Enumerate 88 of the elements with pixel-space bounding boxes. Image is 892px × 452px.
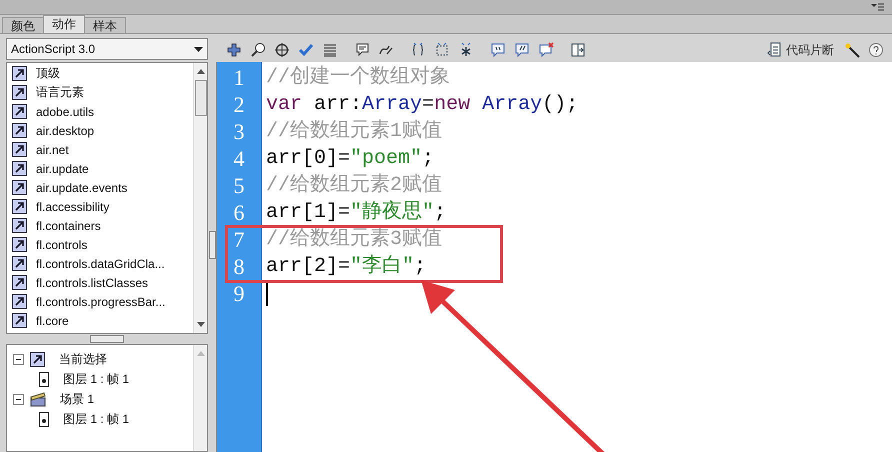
library-item[interactable]: 顶级 [36,65,60,82]
checkmark-icon [298,42,314,58]
code-line: //给数组元素2赋值 [266,172,442,199]
arrow-icon [12,237,27,252]
splitter-handle[interactable] [90,335,124,343]
tree-item[interactable]: 场景 1 [60,390,94,408]
code-snippets-button[interactable]: 代码片断 [762,42,838,58]
code-line: arr[1]="静夜思"; [266,199,446,226]
arrow-icon [12,180,27,195]
code-line: arr[2]="李白"; [266,254,426,280]
arrow-icon [12,142,27,157]
library-item[interactable]: air.net [36,142,69,156]
expander[interactable] [13,354,24,364]
library-item[interactable]: 语言元素 [36,84,84,101]
arrow-icon [12,161,27,176]
line-number: 6 [232,199,246,226]
library-item[interactable]: fl.accessibility [36,200,110,214]
line-number: 5 [232,172,246,199]
line-number: 9 [232,280,246,307]
library-item[interactable]: air.update.events [36,180,128,194]
crosshair-icon [274,42,290,58]
add-icon [226,42,242,58]
clapperboard-icon [30,392,46,406]
library-item[interactable]: air.desktop [36,124,94,138]
search-icon [250,42,266,58]
splitter-handle[interactable] [208,231,216,259]
comment-line-icon [514,42,530,58]
remove-comment-icon [538,42,554,58]
version-select[interactable]: ActionScript 3.0 [6,38,208,60]
frame-icon [39,412,49,426]
code-line: //创建一个数组对象 [266,64,450,91]
toolbar-button[interactable] [272,40,292,60]
tree-item[interactable]: 当前选择 [59,350,107,368]
tree-item[interactable]: 图层 1 : 帧 1 [63,410,130,428]
frame-icon [39,372,49,386]
panel-toggle-icon [570,42,586,58]
line-number: 4 [232,145,246,172]
speech-bubble-icon [354,42,370,58]
library-item[interactable]: fl.core [36,314,69,328]
library-item[interactable]: air.update [36,162,89,176]
scroll-up-icon [196,69,204,74]
code-line: //给数组元素3赋值 [266,227,442,253]
arrow-icon [12,313,27,328]
library-item[interactable]: adobe.utils [36,104,94,118]
panel-tab[interactable]: 颜色 [2,17,44,33]
library-item[interactable]: fl.controls.progressBar... [36,294,166,308]
scrollbar[interactable] [193,63,207,333]
code-line: //给数组元素1赋值 [266,118,442,145]
code-line: arr[0]="poem"; [266,146,434,172]
panel-menu-icon [870,2,884,12]
arrow-icon [12,66,27,81]
dotted-box-icon [434,42,450,58]
arrow-icon [12,123,27,138]
arrow-icon [12,275,27,290]
code-editor[interactable]: 1 2 3 4 5 6 7 8 9 //创建一个数组对象 var arr:Array=new Array(); //给数组元素1赋值 arr[0]="poem"; //给数组元素2赋值 arr[1]="静夜思"; //给数组元素3赋值 arr[2]="李白"; [216,62,892,452]
arrow-icon [30,352,45,366]
arrow-icon [12,104,27,119]
document-icon [766,42,782,58]
line-number: 3 [232,118,246,145]
line-number: 1 [232,64,246,91]
scroll-thumb[interactable] [194,80,206,116]
arrow-icon [12,294,27,309]
expander[interactable] [13,394,24,404]
arrow-icon [12,199,27,214]
line-number: 8 [232,253,246,280]
panel-tab[interactable]: 样本 [84,17,126,33]
library-item[interactable]: fl.controls.dataGridCla... [36,256,165,270]
arrow-icon [12,256,27,271]
library-item[interactable]: fl.controls.listClasses [36,276,148,290]
magic-wand-icon [844,42,860,58]
library-item[interactable]: fl.containers [36,218,101,232]
library-item[interactable]: fl.controls [36,238,88,252]
arrow-icon [12,218,27,233]
braces-icon [410,42,426,58]
line-number: 7 [232,226,246,253]
help-icon [868,42,884,58]
dropdown-arrow-icon [194,46,203,52]
lines-icon [322,42,338,58]
code-line: var arr:Array=new Array(); [266,92,578,118]
arrow-icon [12,85,27,100]
scrollbar[interactable] [193,345,207,451]
panel-tab[interactable]: 动作 [43,15,85,33]
scroll-up-icon [196,351,204,356]
tree-item[interactable]: 图层 1 : 帧 1 [63,370,130,388]
line-number: 2 [232,91,246,118]
comment-block-icon [490,42,506,58]
scroll-down-icon [196,322,204,327]
help-button[interactable] [866,40,886,60]
